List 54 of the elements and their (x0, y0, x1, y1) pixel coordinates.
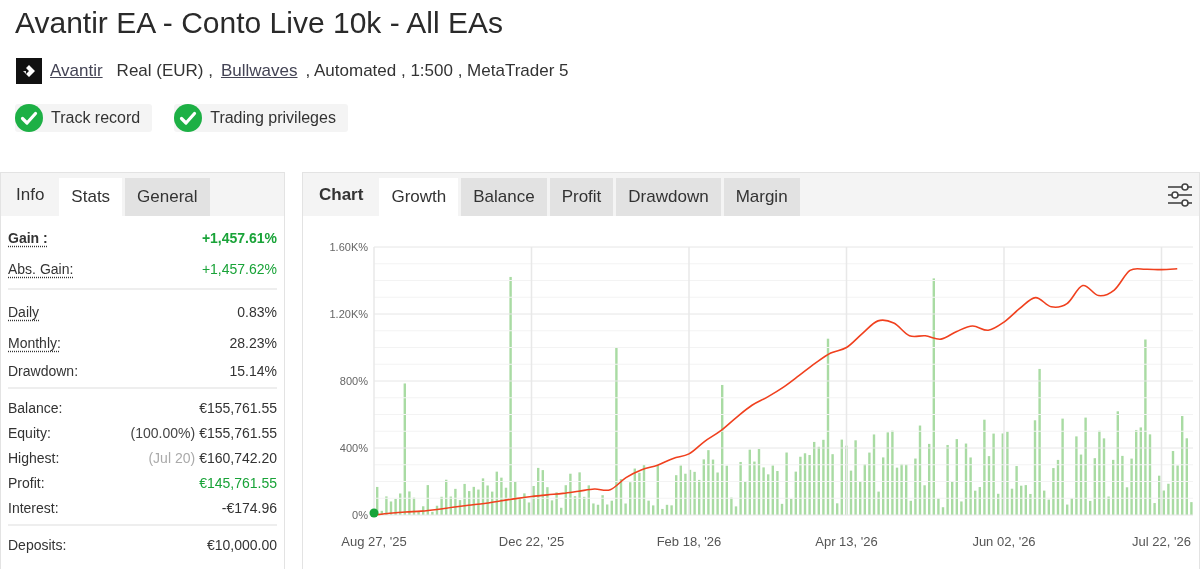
settings-icon[interactable] (1167, 181, 1193, 208)
chart-tab[interactable]: Margin (723, 178, 800, 216)
stat-value: €160,742.20 (199, 449, 277, 466)
axis-label: 1.20K% (329, 308, 368, 320)
stat-value: -€174.96 (221, 499, 277, 516)
axis-label: 0% (352, 509, 368, 521)
stat-value: €10,000.00 (206, 536, 277, 553)
axis-label: 400% (339, 442, 368, 454)
chart-tab[interactable]: Growth (379, 178, 459, 216)
axis-label: 1.60K% (329, 241, 368, 253)
panel-tab[interactable]: General (125, 178, 210, 216)
panel-tab[interactable]: Stats (59, 178, 123, 216)
stat-label: Deposits: (8, 536, 67, 553)
stat-value: +1,457.61% (201, 229, 277, 246)
stat-label[interactable]: Abs. Gain: (8, 260, 74, 277)
stat-note: (100.00%) (130, 424, 196, 441)
panel-heading: Chart (318, 183, 365, 206)
axis-label: 800% (339, 375, 368, 387)
stat-label: Highest: (8, 449, 60, 466)
axis-label: Jun 02, '26 (972, 534, 1036, 549)
stat-label: Balance: (8, 399, 63, 416)
stat-note: (Jul 20) (148, 449, 196, 466)
panel-heading: Info (15, 183, 46, 206)
badge-label: Track record (51, 109, 141, 127)
axis-label: Jul 22, '26 (1132, 534, 1191, 549)
stat-label[interactable]: Daily (8, 303, 40, 320)
start-point (369, 508, 379, 518)
axis-label: Feb 18, '26 (656, 534, 722, 549)
stat-value: +1,457.62% (201, 260, 277, 277)
stat-value: 15.14% (229, 362, 277, 379)
broker-link[interactable]: Bullwaves (220, 61, 298, 81)
stat-label: Interest: (8, 499, 59, 516)
stat-label: Drawdown: (8, 362, 79, 379)
chart-tab[interactable]: Drawdown (616, 178, 721, 216)
stat-value: 28.23% (229, 334, 277, 351)
chart-tab[interactable]: Profit (549, 178, 614, 216)
page-title: Avantir EA - Conto Live 10k - All EAs (14, 5, 504, 41)
stat-value: €145,761.55 (199, 474, 277, 491)
stat-value: €155,761.55 (199, 399, 277, 416)
logo-icon (16, 58, 42, 84)
stat-label: Profit: (8, 474, 45, 491)
stat-label[interactable]: Gain : (8, 229, 48, 246)
stat-label[interactable]: Monthly: (8, 334, 61, 351)
author-link[interactable]: Avantir (50, 61, 103, 81)
account-type: Real (EUR) , (116, 61, 213, 81)
axis-label: Dec 22, '25 (498, 534, 565, 549)
account-details: , Automated , 1:500 , MetaTrader 5 (305, 61, 569, 81)
stat-value: 0.83% (237, 303, 277, 320)
badge-label: Trading privileges (210, 109, 336, 127)
axis-label: Apr 13, '26 (815, 534, 878, 549)
stat-label: Equity: (8, 424, 51, 441)
stat-value: €155,761.55 (199, 424, 277, 441)
chart-tab[interactable]: Balance (461, 178, 547, 216)
axis-label: Aug 27, '25 (341, 534, 407, 549)
